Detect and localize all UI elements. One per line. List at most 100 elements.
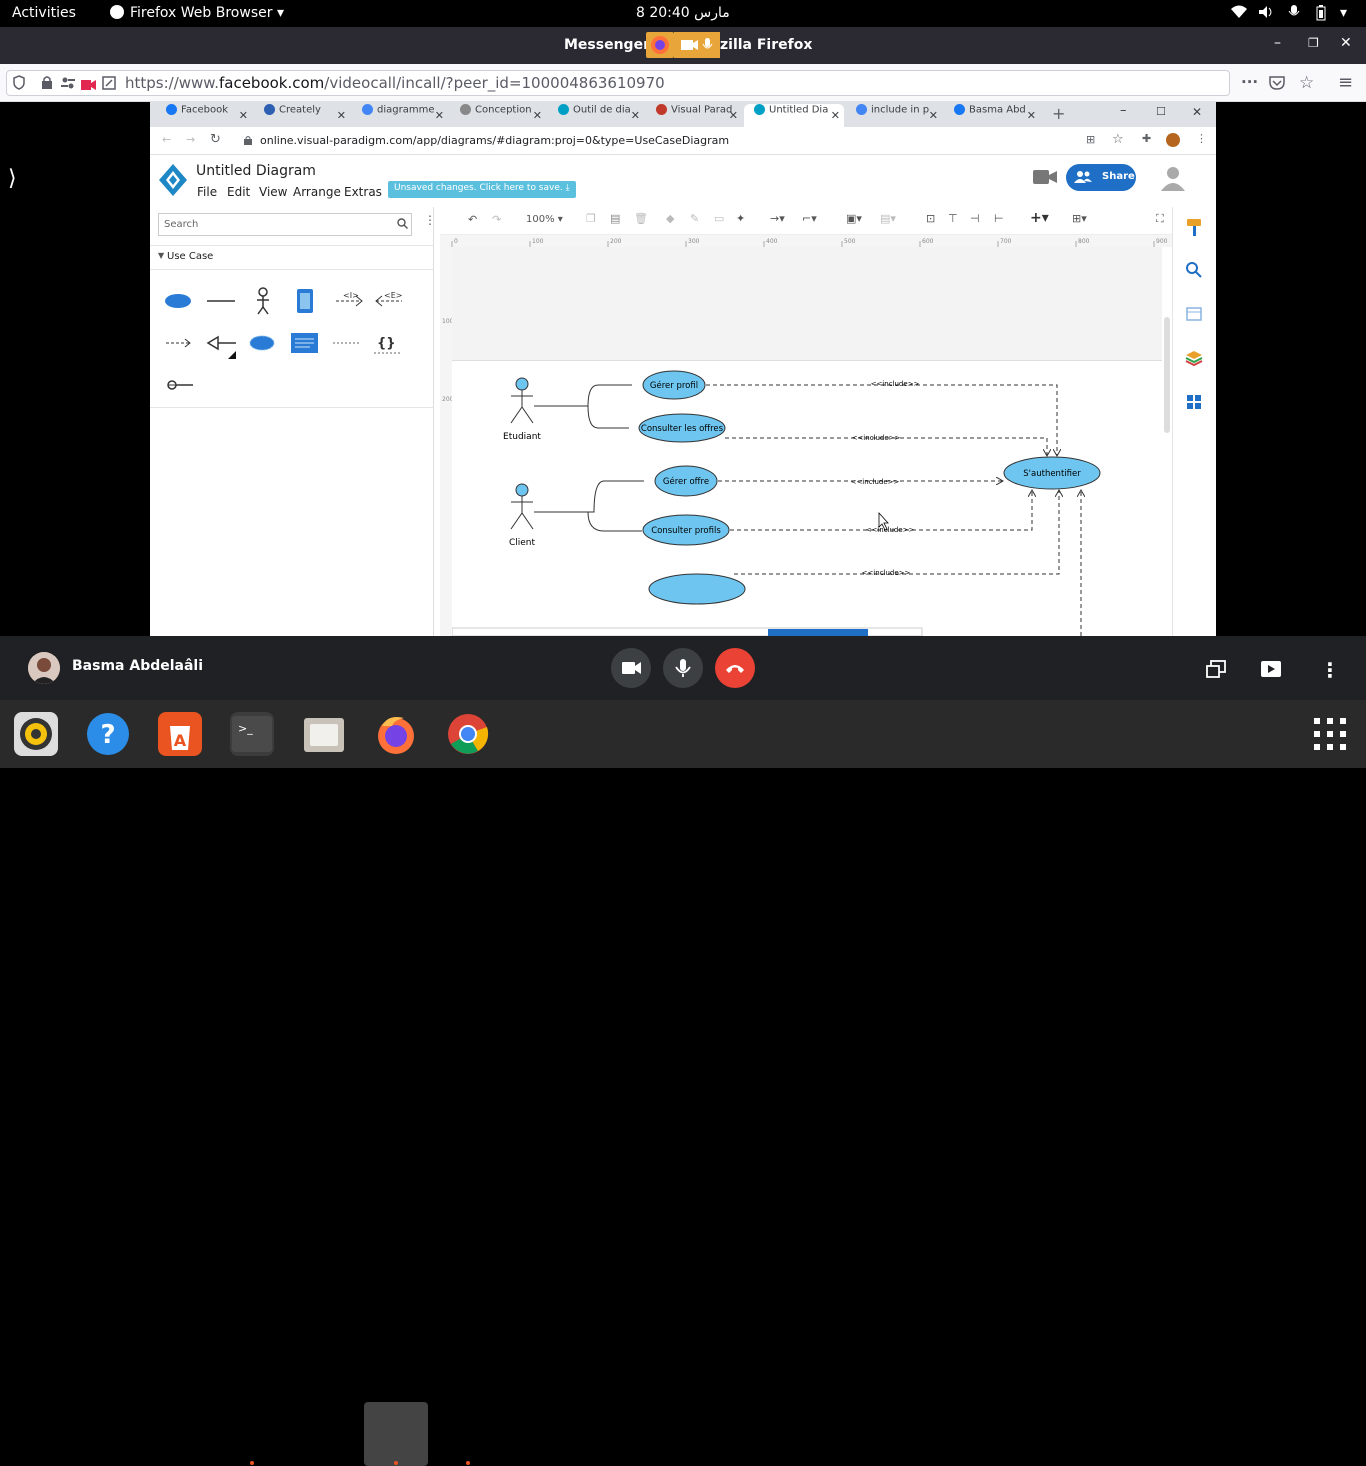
undo-icon[interactable]: ↶ (468, 213, 477, 226)
chrome-tab[interactable]: Facebook ✕ (156, 104, 252, 127)
waypoint-style-icon[interactable]: ⌐▾ (802, 212, 817, 225)
chrome-tab[interactable]: include in p ✕ (846, 104, 942, 127)
wifi-icon[interactable] (1230, 5, 1248, 23)
close-tab-icon[interactable]: ✕ (533, 109, 542, 122)
fill-color-icon[interactable]: ◆ (666, 212, 674, 225)
search-icon[interactable] (1185, 261, 1203, 283)
software-center-icon[interactable]: A (158, 712, 202, 756)
align-icon[interactable]: ▤▾ (880, 212, 896, 225)
diagram-title[interactable]: Untitled Diagram (196, 163, 316, 179)
volume-icon[interactable] (1258, 5, 1274, 23)
forward-arrow-icon[interactable]: → (186, 133, 195, 146)
firefox-icon[interactable] (374, 712, 418, 756)
diagram-canvas[interactable]: ↶ ↷ 100% ▾ ❐ ▤ 🗑 ◆ ✎ ▭ ✦ →▾ ⌐▾ ▣▾ ▤▾ ⊡ ⊤… (440, 207, 1172, 636)
app-menu[interactable]: Firefox Web Browser ▾ (110, 5, 284, 21)
profile-avatar[interactable] (1166, 133, 1180, 147)
redo-icon[interactable]: ↷ (492, 213, 501, 226)
menu-arrange[interactable]: Arrange (293, 185, 341, 199)
activities-button[interactable]: Activities (12, 5, 76, 21)
close-tab-icon[interactable]: ✕ (831, 109, 840, 122)
panel-options-icon[interactable]: ⋮ (424, 213, 436, 227)
collaboration-shape-icon[interactable] (249, 335, 275, 351)
constraint-shape-icon[interactable]: {} (374, 336, 402, 354)
close-window-button[interactable]: ✕ (1340, 35, 1352, 51)
table-icon[interactable]: ⊞▾ (1072, 212, 1087, 225)
more-options-icon[interactable]: ⋮ (1320, 658, 1340, 682)
chrome-tab[interactable]: Basma Abd ✕ (944, 104, 1040, 127)
chrome-icon[interactable] (446, 712, 490, 756)
chrome-close-button[interactable]: ✕ (1192, 105, 1202, 119)
actor-etudiant[interactable]: Etudiant (503, 377, 541, 442)
collapse-triangle-icon[interactable]: ▼ (158, 251, 164, 260)
menu-file[interactable]: File (197, 185, 217, 199)
minimize-button[interactable]: – (1274, 35, 1281, 51)
shield-icon[interactable] (13, 75, 25, 94)
connector-style-icon[interactable]: →▾ (770, 212, 785, 225)
menu-view[interactable]: View (259, 185, 287, 199)
usecase-sauthentifier[interactable]: S'authentifier (1003, 456, 1101, 490)
apps-icon[interactable] (1185, 393, 1203, 415)
permissions-icon[interactable] (61, 76, 75, 94)
usecase-shape-icon[interactable] (165, 294, 191, 308)
dependency-shape-icon[interactable] (166, 338, 191, 348)
interface-shape-icon[interactable] (167, 380, 193, 390)
translate-icon[interactable]: ⊞ (1086, 133, 1095, 146)
close-tab-icon[interactable]: ✕ (729, 109, 738, 122)
share-button[interactable]: Share (1066, 164, 1136, 191)
chrome-tab[interactable]: Conception ✕ (450, 104, 546, 127)
menu-edit[interactable]: Edit (227, 185, 250, 199)
zoom-select[interactable]: 100% ▾ (526, 214, 563, 225)
delete-icon[interactable]: 🗑 (634, 212, 648, 225)
close-tab-icon[interactable]: ✕ (929, 109, 938, 122)
format-panel-icon[interactable] (1185, 217, 1203, 241)
usecase-partial[interactable] (648, 573, 746, 605)
back-arrow-icon[interactable]: ← (162, 133, 171, 146)
chrome-menu-icon[interactable]: ⋮ (1196, 132, 1207, 145)
close-tab-icon[interactable]: ✕ (239, 109, 248, 122)
video-call-icon[interactable] (1032, 167, 1058, 191)
rhythmbox-icon[interactable] (14, 712, 58, 756)
clock[interactable]: 8 مارس 20:40 (636, 5, 730, 21)
extensions-icon[interactable]: ✚ (1142, 132, 1151, 145)
bottom-tab-active[interactable] (768, 629, 868, 636)
association-line[interactable] (534, 480, 644, 513)
url-field[interactable]: https://www.facebook.com/videocall/incal… (6, 70, 1314, 96)
bookmark-star-icon[interactable]: ☆ (1112, 132, 1124, 147)
screen-sharing-icon[interactable] (102, 76, 116, 94)
actor-client[interactable]: Client (509, 483, 536, 548)
chrome-tab[interactable]: Visual Parad ✕ (646, 104, 742, 127)
bookmark-star-icon[interactable]: ☆ (1299, 73, 1314, 93)
close-tab-icon[interactable]: ✕ (1027, 109, 1036, 122)
line-color-icon[interactable]: ✎ (690, 212, 699, 225)
end-call-button[interactable] (715, 648, 755, 688)
chrome-url-text[interactable]: online.visual-paradigm.com/app/diagrams/… (260, 134, 729, 147)
distribute-v-icon[interactable]: ⊢ (994, 212, 1004, 225)
microphone-icon[interactable] (1288, 5, 1300, 23)
expand-sidebar-icon[interactable]: ⟩ (8, 166, 17, 191)
note-shape-icon[interactable] (291, 333, 318, 353)
lock-icon[interactable] (41, 75, 53, 94)
restore-button[interactable]: ❐ (1308, 36, 1319, 50)
include-shape-icon[interactable]: <I> (336, 291, 363, 307)
chrome-tab[interactable]: Creately ✕ (254, 104, 350, 127)
hamburger-menu-icon[interactable]: ≡ (1338, 72, 1353, 93)
generalization-shape-icon[interactable] (206, 335, 236, 359)
format-painter-icon[interactable]: ✦ (736, 212, 745, 225)
unsaved-changes-button[interactable]: Unsaved changes. Click here to save. ⤓ (388, 181, 576, 198)
help-icon[interactable]: ? (86, 712, 130, 756)
reload-icon[interactable]: ↻ (210, 132, 221, 147)
copy-icon[interactable]: ❐ (586, 212, 596, 225)
distribute-icon[interactable]: ⊣ (970, 212, 980, 225)
actor-shape-icon[interactable] (257, 287, 269, 315)
new-tab-button[interactable]: + (1052, 104, 1065, 123)
system-menu-chevron-icon[interactable]: ▾ (1340, 5, 1347, 21)
battery-icon[interactable] (1316, 5, 1326, 25)
system-shape-icon[interactable] (297, 289, 313, 313)
search-input[interactable]: Search (158, 213, 412, 236)
screen-share-icon[interactable] (1206, 660, 1226, 682)
select-group-icon[interactable]: ⊡ (926, 212, 935, 225)
close-tab-icon[interactable]: ✕ (337, 109, 346, 122)
chrome-tab[interactable]: diagramme ✕ (352, 104, 448, 127)
association-line[interactable] (534, 384, 632, 407)
usecase-consulter-profils[interactable]: Consulter profils (642, 514, 730, 546)
